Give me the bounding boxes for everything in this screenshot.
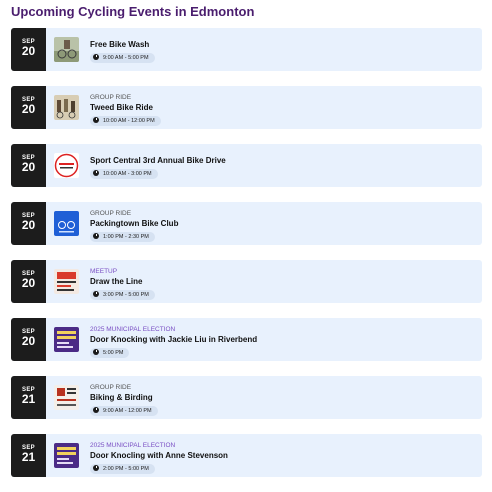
clock-icon: [93, 116, 99, 123]
event-time-text: 9:00 AM - 12:00 PM: [103, 408, 152, 414]
event-category: GROUP RIDE: [90, 210, 132, 217]
clock-icon: [93, 406, 99, 413]
event-time-text: 5:00 PM: [103, 350, 124, 356]
clock-icon: [93, 232, 99, 239]
event-day: 20: [21, 218, 36, 232]
event-time: 5:00 PM: [90, 348, 130, 358]
event-card[interactable]: SEP 20 Sport Central 3rd Annual Bike Dri…: [11, 144, 482, 187]
event-card[interactable]: SEP 20 Free Bike Wash 9:00 AM - 5:00 PM: [11, 28, 482, 71]
event-category: GROUP RIDE: [90, 384, 132, 391]
date-badge: SEP 20: [11, 202, 46, 245]
event-time: 9:00 AM - 5:00 PM: [90, 53, 155, 63]
date-badge: SEP 20: [11, 318, 46, 361]
page-title: Upcoming Cycling Events in Edmonton: [11, 4, 255, 19]
event-title[interactable]: Tweed Bike Ride: [90, 103, 153, 112]
event-day: 20: [21, 102, 36, 116]
event-day: 20: [21, 276, 36, 290]
event-title[interactable]: Sport Central 3rd Annual Bike Drive: [90, 156, 226, 165]
clock-icon: [93, 53, 99, 60]
event-card[interactable]: SEP 20 GROUP RIDE Packingtown Bike Club …: [11, 202, 482, 245]
event-time-text: 9:00 AM - 5:00 PM: [103, 55, 149, 61]
event-time: 10:00 AM - 3:00 PM: [90, 169, 158, 179]
event-time-text: 3:00 PM - 5:00 PM: [103, 292, 149, 298]
event-thumbnail[interactable]: [54, 443, 79, 468]
date-badge: SEP 20: [11, 260, 46, 303]
event-day: 20: [21, 160, 36, 174]
clock-icon: [93, 169, 99, 176]
event-thumbnail[interactable]: [54, 269, 79, 294]
event-title[interactable]: Door Knocking with Jackie Liu in Riverbe…: [90, 335, 257, 344]
event-title[interactable]: Biking & Birding: [90, 393, 153, 402]
event-category: GROUP RIDE: [90, 94, 132, 101]
event-category: 2025 MUNICIPAL ELECTION: [90, 326, 176, 333]
event-time-text: 1:00 PM - 2:30 PM: [103, 234, 149, 240]
event-list: SEP 20 Free Bike Wash 9:00 AM - 5:00 PM …: [11, 28, 482, 492]
date-badge: SEP 21: [11, 376, 46, 419]
date-badge: SEP 20: [11, 86, 46, 129]
event-day: 20: [21, 334, 36, 348]
event-time: 10:00 AM - 12:00 PM: [90, 116, 161, 126]
event-card[interactable]: SEP 20 GROUP RIDE Tweed Bike Ride 10:00 …: [11, 86, 482, 129]
date-badge: SEP 21: [11, 434, 46, 477]
event-thumbnail[interactable]: [54, 385, 79, 410]
event-category: MEETUP: [90, 268, 118, 275]
event-card[interactable]: SEP 20 2025 MUNICIPAL ELECTION Door Knoc…: [11, 318, 482, 361]
event-card[interactable]: SEP 20 MEETUP Draw the Line 3:00 PM - 5:…: [11, 260, 482, 303]
event-thumbnail[interactable]: [54, 95, 79, 120]
event-title[interactable]: Packingtown Bike Club: [90, 219, 178, 228]
event-time-text: 10:00 AM - 3:00 PM: [103, 171, 152, 177]
event-time-text: 2:00 PM - 5:00 PM: [103, 466, 149, 472]
event-day: 21: [21, 392, 36, 406]
date-badge: SEP 20: [11, 144, 46, 187]
event-card[interactable]: SEP 21 GROUP RIDE Biking & Birding 9:00 …: [11, 376, 482, 419]
event-time: 2:00 PM - 5:00 PM: [90, 464, 155, 474]
event-time: 3:00 PM - 5:00 PM: [90, 290, 155, 300]
event-day: 20: [21, 44, 36, 58]
event-thumbnail[interactable]: [54, 37, 79, 62]
event-thumbnail[interactable]: [54, 153, 79, 178]
event-title[interactable]: Door Knocling with Anne Stevenson: [90, 451, 228, 460]
event-category: 2025 MUNICIPAL ELECTION: [90, 442, 176, 449]
event-title[interactable]: Free Bike Wash: [90, 40, 149, 49]
clock-icon: [93, 348, 99, 355]
event-thumbnail[interactable]: [54, 211, 79, 236]
event-card[interactable]: SEP 21 2025 MUNICIPAL ELECTION Door Knoc…: [11, 434, 482, 477]
event-time: 1:00 PM - 2:30 PM: [90, 232, 155, 242]
event-title[interactable]: Draw the Line: [90, 277, 142, 286]
clock-icon: [93, 290, 99, 297]
event-time-text: 10:00 AM - 12:00 PM: [103, 118, 155, 124]
date-badge: SEP 20: [11, 28, 46, 71]
event-thumbnail[interactable]: [54, 327, 79, 352]
event-time: 9:00 AM - 12:00 PM: [90, 406, 158, 416]
event-day: 21: [21, 450, 36, 464]
